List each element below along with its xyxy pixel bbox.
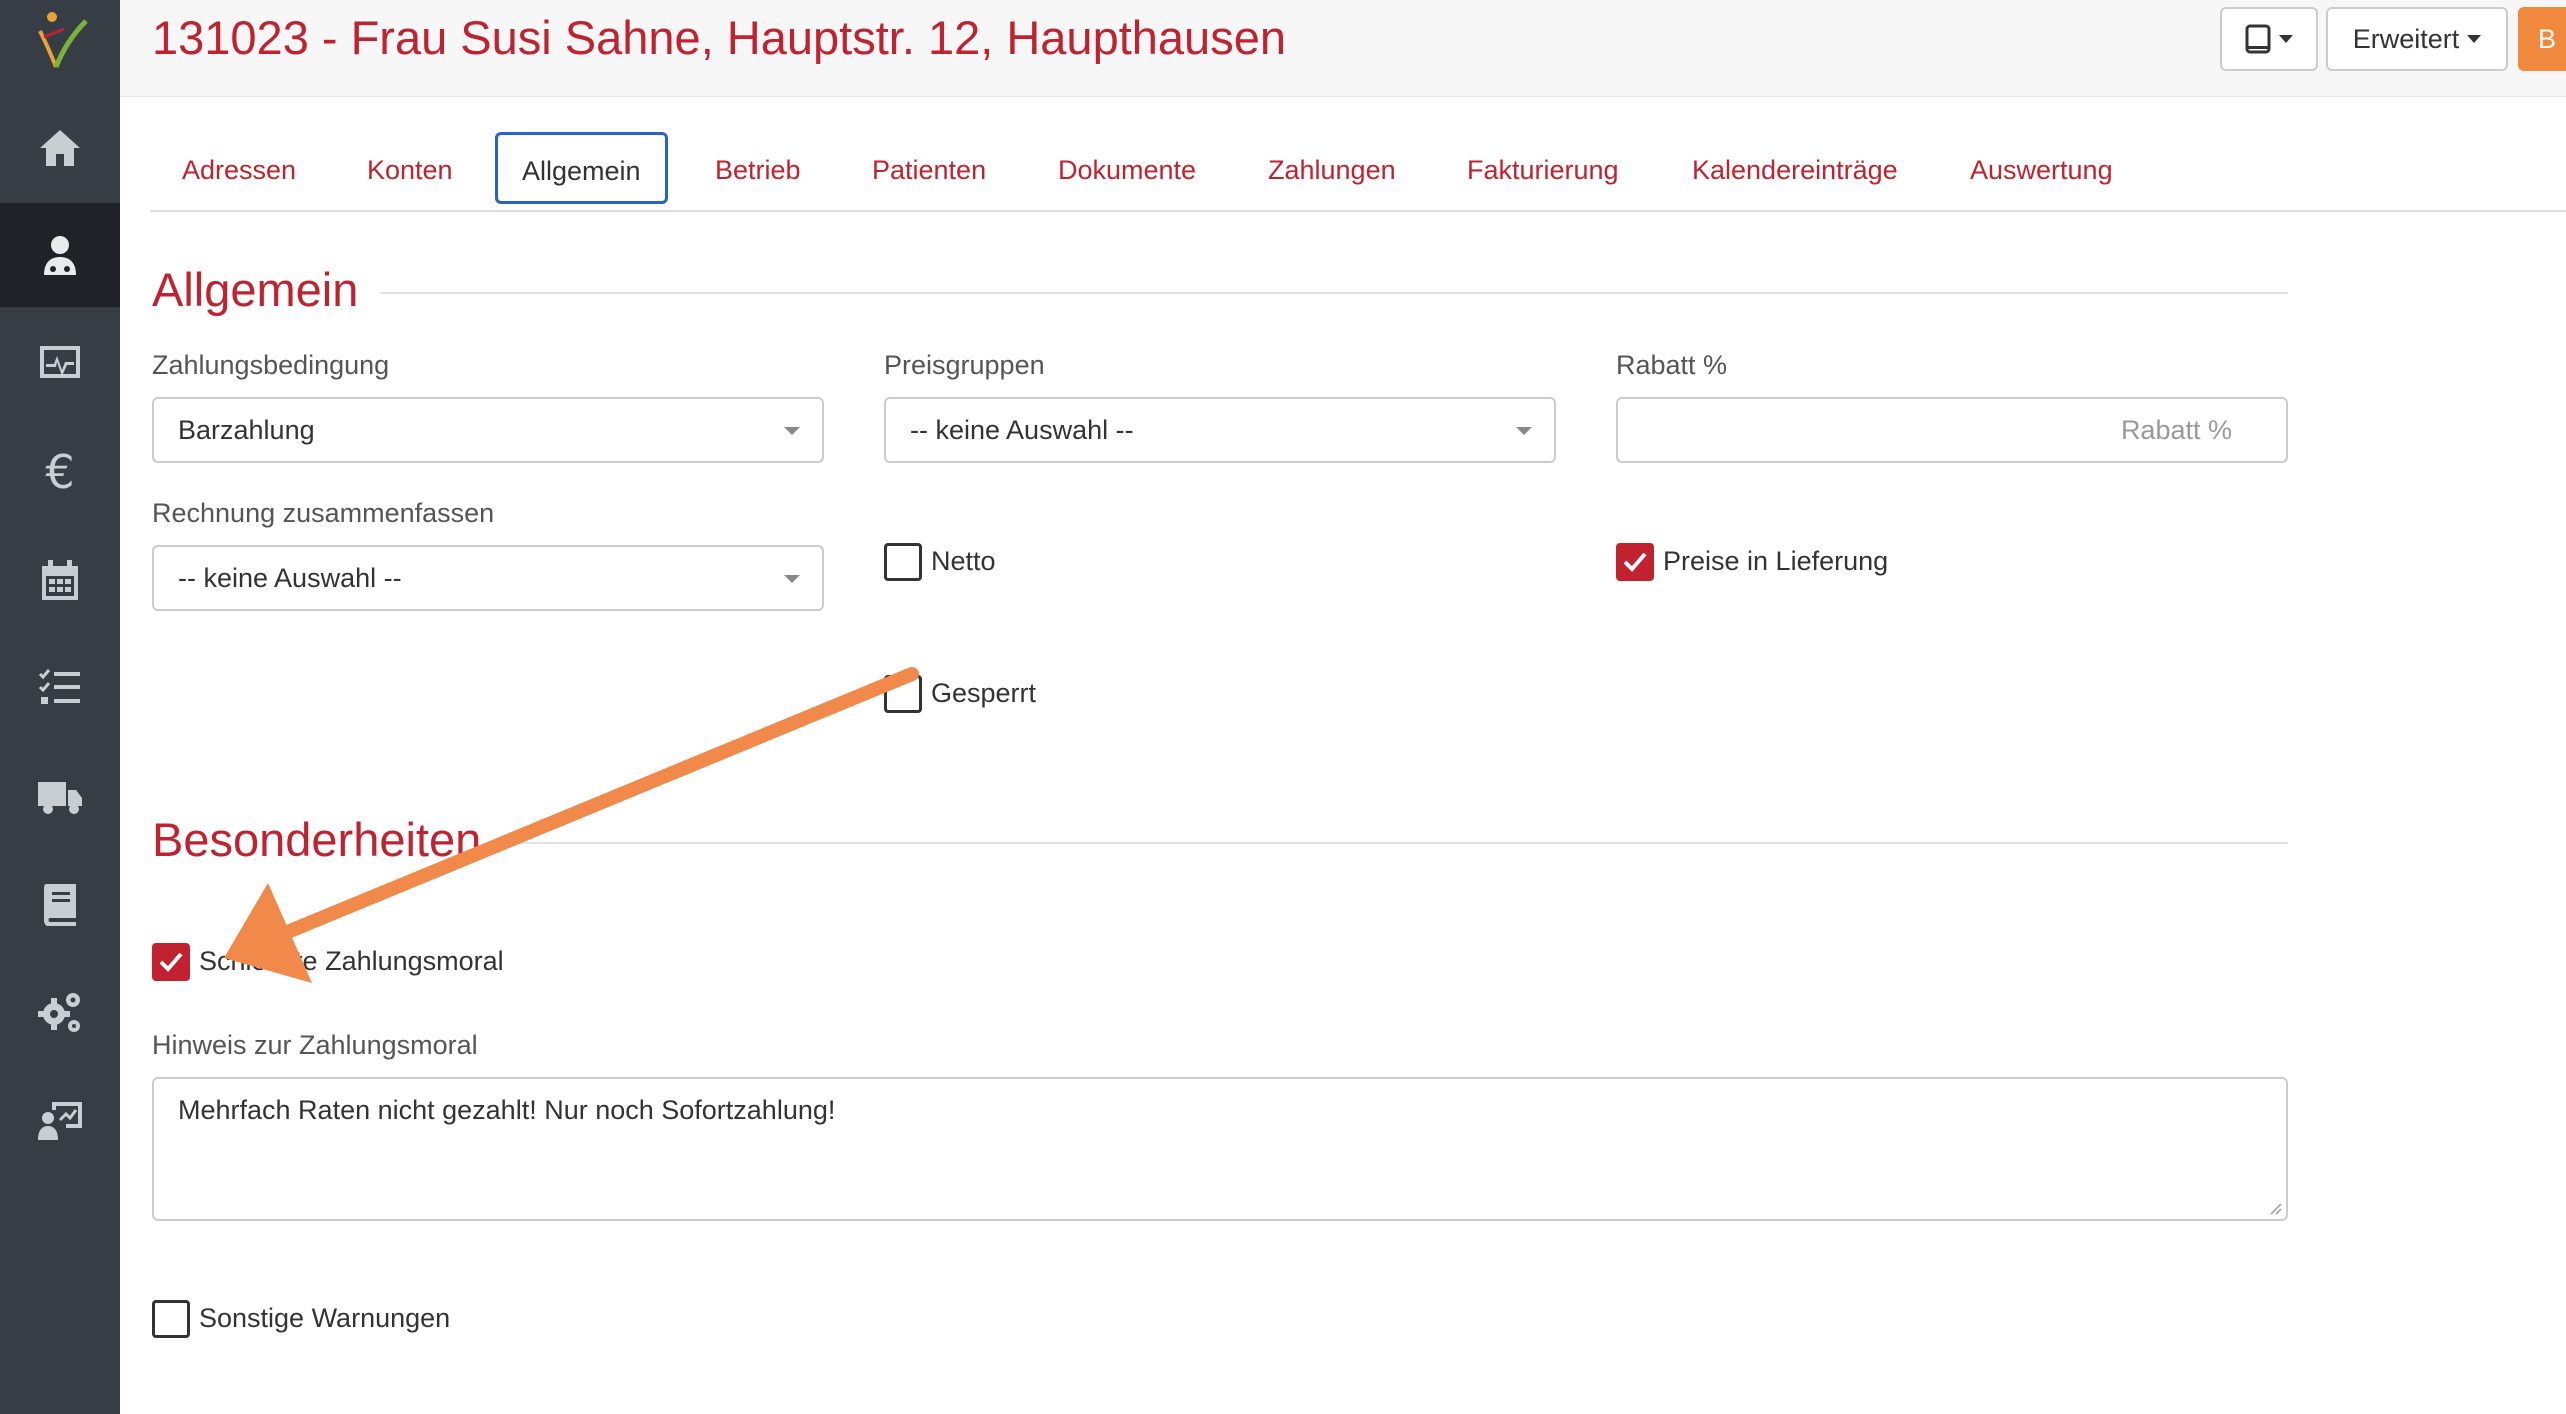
rechnung-zusammenfassen-value: -- keine Auswahl -- [178,563,402,593]
calendar-icon [42,560,78,600]
section-title-besonderheiten: Besonderheiten [152,812,504,867]
netto-label: Netto [931,546,996,576]
tab-kalendereintraege[interactable]: Kalendereinträge [1692,130,1898,210]
zahlungsbedingung-label: Zahlungsbedingung [152,350,390,380]
preise-in-lieferung-label: Preise in Lieferung [1663,546,1889,576]
rechnung-zusammenfassen-label: Rechnung zusammenfassen [152,498,495,528]
chevron-down-icon [1516,427,1532,435]
chevron-down-icon [2467,35,2482,43]
erweitert-label: Erweitert [2352,23,2460,54]
sidebar-item-monitor[interactable] [0,312,120,416]
tab-dokumente[interactable]: Dokumente [1058,130,1196,210]
tab-auswertung[interactable]: Auswertung [1970,130,2113,210]
rabatt-placeholder: Rabatt % [2120,415,2232,445]
sidebar: € [0,0,120,1414]
erweitert-button[interactable]: Erweitert [2326,7,2508,71]
netto-checkbox[interactable] [884,543,922,581]
tab-patienten[interactable]: Patienten [872,130,986,210]
zahlungsbedingung-select[interactable]: Barzahlung [152,397,824,463]
schlechte-zahlungsmoral-label: Schlechte Zahlungsmoral [199,946,504,976]
app-logo[interactable] [0,0,120,78]
euro-icon: € [45,445,75,499]
sidebar-item-settings[interactable] [0,960,120,1064]
tab-fakturierung[interactable]: Fakturierung [1467,130,1619,210]
chevron-down-icon [784,575,800,583]
zahlungsbedingung-value: Barzahlung [178,415,315,445]
section-divider [152,292,2288,294]
hinweis-zahlungsmoral-value: Mehrfach Raten nicht gezahlt! Nur noch S… [178,1095,836,1125]
tablet-icon [2245,24,2271,54]
monitor-icon [40,346,80,378]
presentation-icon [38,1102,82,1140]
home-icon [40,130,80,166]
page-title: 131023 - Frau Susi Sahne, Hauptstr. 12, … [152,11,1286,64]
checkmark-icon [159,952,183,972]
customer-icon [44,236,76,275]
tab-betrieb[interactable]: Betrieb [715,130,801,210]
section-title-allgemein: Allgemein [152,262,381,317]
schlechte-zahlungsmoral-checkbox[interactable] [152,943,190,981]
gears-icon [38,993,80,1032]
sidebar-item-finance[interactable]: € [0,420,120,524]
tab-allgemein[interactable]: Allgemein [495,132,668,204]
rechnung-zusammenfassen-select[interactable]: -- keine Auswahl -- [152,545,824,611]
page-header: 131023 - Frau Susi Sahne, Hauptstr. 12, … [120,0,2566,97]
preisgruppen-select[interactable]: -- keine Auswahl -- [884,397,1556,463]
gesperrt-checkbox[interactable] [884,675,922,713]
preise-in-lieferung-checkbox[interactable] [1616,543,1654,581]
sidebar-item-home[interactable] [0,96,120,200]
hinweis-zahlungsmoral-textarea[interactable]: Mehrfach Raten nicht gezahlt! Nur noch S… [152,1077,2288,1221]
sidebar-item-calendar[interactable] [0,528,120,632]
hinweis-zahlungsmoral-label: Hinweis zur Zahlungsmoral [152,1030,478,1060]
tab-konten[interactable]: Konten [367,130,453,210]
sidebar-item-delivery[interactable] [0,744,120,848]
sidebar-item-tasks[interactable] [0,636,120,740]
chevron-down-icon [2279,35,2293,43]
gesperrt-label: Gesperrt [931,678,1037,708]
device-view-button[interactable] [2220,7,2318,71]
logo-icon [38,12,88,68]
orange-action-label: B [2538,23,2557,54]
book-icon [44,884,76,926]
orange-action-button[interactable]: B [2518,7,2566,71]
chevron-down-icon [784,427,800,435]
truck-icon [38,782,82,814]
sidebar-item-reports[interactable] [0,1068,120,1172]
checkmark-icon [1623,552,1647,572]
tab-bar: Adressen Konten Allgemein Betrieb Patien… [150,130,2566,212]
sidebar-item-documents[interactable] [0,852,120,956]
tab-adressen[interactable]: Adressen [182,130,296,210]
rabatt-label: Rabatt % [1616,350,1728,380]
checklist-icon [38,669,80,704]
preisgruppen-value: -- keine Auswahl -- [910,415,1134,445]
tab-zahlungen[interactable]: Zahlungen [1268,130,1396,210]
sonstige-warnungen-checkbox[interactable] [152,1300,190,1338]
sidebar-item-customer[interactable] [0,203,120,307]
resize-handle-icon[interactable] [2268,1201,2282,1215]
preisgruppen-label: Preisgruppen [884,350,1045,380]
sonstige-warnungen-label: Sonstige Warnungen [199,1303,451,1333]
rabatt-input[interactable]: Rabatt % [1616,397,2288,463]
